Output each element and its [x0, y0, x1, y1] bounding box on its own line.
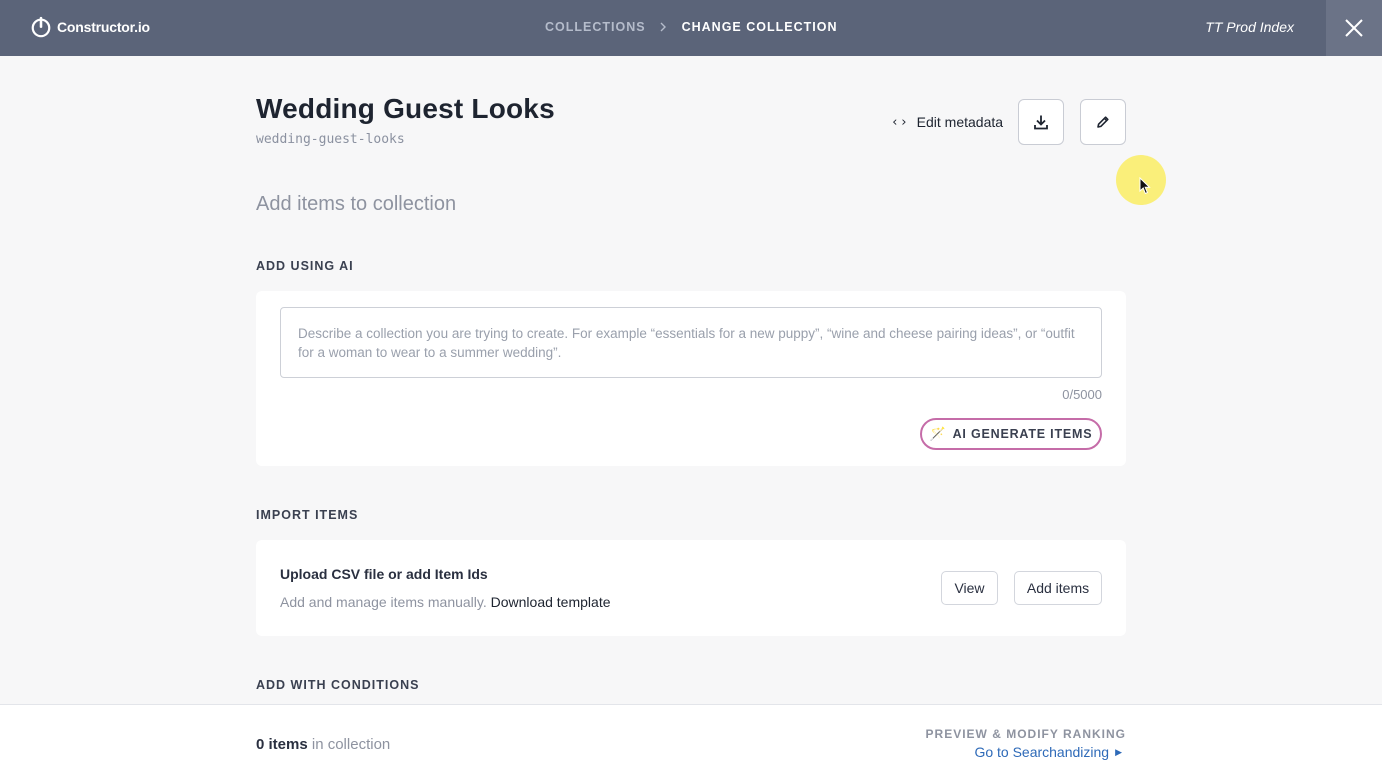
download-button[interactable]	[1018, 99, 1064, 145]
add-items-button[interactable]: Add items	[1014, 571, 1102, 605]
items-count-suffix: in collection	[311, 736, 391, 753]
items-count: 0 items in collection	[256, 736, 390, 753]
index-name[interactable]: TT Prod Index	[1205, 19, 1294, 35]
brand-logo[interactable]: Constructor.io	[30, 16, 150, 38]
edit-button[interactable]	[1080, 99, 1126, 145]
footer-bar: 0 items in collection PREVIEW & MODIFY R…	[0, 704, 1382, 782]
pencil-icon	[1097, 116, 1109, 128]
searchandizing-link-label: Go to Searchandizing	[974, 744, 1110, 760]
power-icon	[31, 16, 51, 38]
close-button[interactable]	[1326, 0, 1382, 56]
breadcrumb: COLLECTIONS CHANGE COLLECTION	[545, 20, 837, 34]
view-button[interactable]: View	[941, 571, 998, 605]
character-count: 0/5000	[1062, 387, 1102, 402]
breadcrumb-collections[interactable]: COLLECTIONS	[545, 20, 646, 34]
ai-card: Describe a collection you are trying to …	[256, 291, 1126, 466]
chevron-right-icon	[660, 22, 666, 32]
import-card: Upload CSV file or add Item Ids Add and …	[256, 540, 1126, 636]
ai-generate-label: AI GENERATE ITEMS	[952, 427, 1093, 441]
magic-wand-icon: 🪄	[929, 426, 947, 441]
ai-generate-items-button[interactable]: 🪄 AI GENERATE ITEMS	[920, 418, 1102, 450]
download-template-link[interactable]: Download template	[491, 594, 611, 610]
collection-slug: wedding-guest-looks	[256, 132, 405, 147]
items-count-number: 0	[256, 736, 265, 753]
items-count-word: items	[268, 736, 308, 753]
ai-description-input[interactable]: Describe a collection you are trying to …	[280, 307, 1102, 378]
import-section-heading: IMPORT ITEMS	[256, 508, 359, 522]
ai-section-heading: ADD USING AI	[256, 259, 354, 273]
close-icon	[1345, 19, 1363, 37]
edit-metadata-button[interactable]: ‹› Edit metadata	[891, 114, 1003, 130]
top-bar: Constructor.io COLLECTIONS CHANGE COLLEC…	[0, 0, 1382, 56]
caret-right-icon: ▶	[1115, 746, 1122, 757]
page-title: Wedding Guest Looks	[256, 93, 555, 124]
add-items-heading: Add items to collection	[256, 193, 457, 215]
import-description: Add and manage items manually. Download …	[280, 594, 611, 610]
go-to-searchandizing-link[interactable]: Go to Searchandizing ▶	[974, 744, 1122, 760]
mouse-cursor-icon	[1139, 177, 1151, 195]
edit-metadata-label: Edit metadata	[916, 114, 1004, 130]
import-title: Upload CSV file or add Item Ids	[280, 566, 488, 582]
code-brackets-icon: ‹›	[891, 114, 909, 130]
preview-ranking-label: PREVIEW & MODIFY RANKING	[925, 727, 1126, 741]
import-description-text: Add and manage items manually.	[280, 594, 487, 610]
conditions-section-heading: ADD WITH CONDITIONS	[256, 678, 420, 692]
brand-name: Constructor.io	[57, 19, 150, 35]
breadcrumb-current: CHANGE COLLECTION	[681, 20, 838, 34]
download-icon	[1034, 115, 1048, 130]
